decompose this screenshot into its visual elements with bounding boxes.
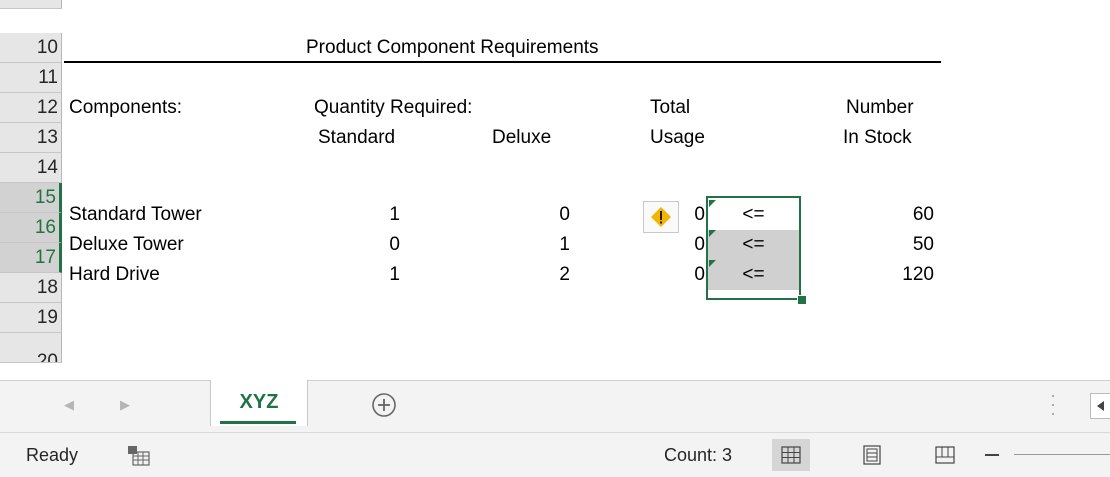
stock-qty[interactable]: 50 — [880, 230, 934, 260]
total-usage[interactable]: 0 — [685, 260, 705, 290]
warning-diamond-icon — [651, 207, 671, 227]
header-deluxe[interactable]: Deluxe — [492, 123, 551, 153]
status-ready: Ready — [26, 445, 79, 465]
row-header-18[interactable]: 18 — [0, 273, 62, 303]
page-break-preview-button[interactable] — [926, 439, 964, 471]
horizontal-scroll-left-button[interactable] — [1090, 393, 1110, 419]
row-header-9[interactable]: 9 — [0, 0, 62, 9]
deluxe-qty[interactable]: 1 — [550, 230, 570, 260]
header-in-stock[interactable]: In Stock — [843, 123, 912, 153]
standard-qty[interactable]: 1 — [380, 200, 400, 230]
component-name[interactable]: Standard Tower — [69, 200, 202, 230]
page-break-preview-icon — [935, 446, 955, 464]
zoom-out-icon[interactable] — [985, 454, 999, 456]
macro-record-icon[interactable] — [127, 445, 151, 467]
fill-handle[interactable] — [797, 295, 807, 305]
stock-qty[interactable]: 60 — [880, 200, 934, 230]
scroll-left-icon — [1097, 401, 1104, 411]
normal-view-button[interactable] — [772, 439, 810, 471]
row-header-20[interactable]: 20 — [0, 333, 62, 363]
status-count: Count: 3 — [664, 445, 733, 465]
row-header-17[interactable]: 17 — [0, 243, 62, 273]
header-quantity-required[interactable]: Quantity Required: — [314, 93, 472, 123]
row-header-11[interactable]: 11 — [0, 63, 62, 93]
error-check-button[interactable] — [643, 201, 679, 233]
row-header-10[interactable]: 10 — [0, 33, 62, 63]
page-layout-icon — [863, 445, 881, 465]
deluxe-qty[interactable]: 0 — [550, 200, 570, 230]
active-tab-underline — [220, 421, 296, 424]
row-header-15[interactable]: 15 — [0, 183, 62, 213]
sheet-tab-bar: ◀ ▶ XYZ · · · — [0, 380, 1110, 433]
total-usage[interactable]: 0 — [685, 200, 705, 230]
normal-view-icon — [781, 446, 801, 464]
worksheet-grid[interactable]: 9 10 11 12 13 14 15 16 17 18 19 20 Produ… — [0, 0, 1110, 380]
zoom-slider[interactable] — [1014, 454, 1110, 455]
row-header-12[interactable]: 12 — [0, 93, 62, 123]
page-layout-view-button[interactable] — [853, 439, 891, 471]
header-number[interactable]: Number — [846, 93, 914, 123]
status-bar: Ready Count: 3 — [0, 432, 1110, 477]
tab-split-handle-icon[interactable]: · · · — [1050, 386, 1056, 422]
header-components[interactable]: Components: — [69, 93, 182, 123]
stock-qty[interactable]: 120 — [880, 260, 934, 290]
header-usage[interactable]: Usage — [650, 123, 705, 153]
sheet-tab-xyz[interactable]: XYZ — [210, 380, 308, 426]
table-title[interactable]: Product Component Requirements — [306, 33, 599, 63]
header-total[interactable]: Total — [650, 93, 690, 123]
header-standard[interactable]: Standard — [318, 123, 395, 153]
selection-border — [706, 196, 801, 300]
total-usage[interactable]: 0 — [685, 230, 705, 260]
component-name[interactable]: Hard Drive — [69, 260, 160, 290]
triangle-left-icon[interactable]: ◀ — [64, 397, 74, 413]
title-underline — [64, 61, 941, 63]
row-header-13[interactable]: 13 — [0, 123, 62, 153]
deluxe-qty[interactable]: 2 — [550, 260, 570, 290]
component-name[interactable]: Deluxe Tower — [69, 230, 184, 260]
plus-circle-icon[interactable] — [370, 391, 398, 419]
row-header-14[interactable]: 14 — [0, 153, 62, 183]
standard-qty[interactable]: 0 — [380, 230, 400, 260]
row-header-16[interactable]: 16 — [0, 213, 62, 243]
triangle-right-icon[interactable]: ▶ — [120, 397, 130, 413]
standard-qty[interactable]: 1 — [380, 260, 400, 290]
row-header-19[interactable]: 19 — [0, 303, 62, 333]
